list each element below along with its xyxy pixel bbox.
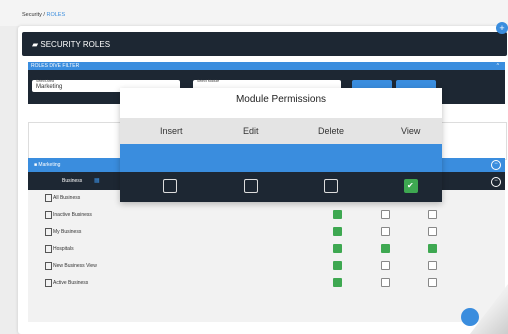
row-checkbox[interactable] [333,278,342,287]
insert-checkbox[interactable] [163,179,177,193]
row-checkbox[interactable] [333,261,342,270]
page-title: ▰ SECURITY ROLES [32,40,111,49]
row-checkbox[interactable] [428,227,437,236]
collapse-icon[interactable]: − [491,160,501,170]
delete-checkbox[interactable] [324,179,338,193]
row-checkbox[interactable] [333,227,342,236]
permission-columns: Insert Edit Delete View [120,118,442,144]
group-label: ■ Marketing [34,162,61,168]
row-checkbox[interactable] [333,244,342,253]
file-icon [45,262,52,270]
modal-band [120,144,442,172]
col-insert: Insert [160,126,183,136]
row-checkbox[interactable] [381,227,390,236]
top-bar [0,0,508,26]
file-icon [45,245,52,253]
permission-row [120,172,442,202]
chevron-up-icon[interactable]: ^ [497,62,499,70]
info-icon[interactable]: ▦ [94,177,100,184]
row-checkbox[interactable] [428,278,437,287]
col-edit: Edit [243,126,259,136]
breadcrumb-root[interactable]: Security [22,12,42,18]
filter-header[interactable]: ROLES DIVE FILTER ^ [28,62,505,70]
file-icon [45,228,52,236]
add-button[interactable]: + [496,22,508,34]
module-permissions-modal: Module Permissions Insert Edit Delete Vi… [120,88,442,202]
view-checkbox[interactable] [404,179,418,193]
row-checkbox[interactable] [381,210,390,219]
file-icon [45,211,52,219]
row-checkbox[interactable] [381,278,390,287]
breadcrumb: Security / ROLES [22,12,66,18]
page-header: ▰ SECURITY ROLES [22,32,507,56]
edit-checkbox[interactable] [244,179,258,193]
modal-title: Module Permissions [235,94,327,105]
row-checkbox[interactable] [381,261,390,270]
file-icon [45,194,52,202]
breadcrumb-current[interactable]: ROLES [46,12,65,18]
file-icon [45,279,52,287]
row-checkbox[interactable] [428,244,437,253]
row-checkbox[interactable] [333,210,342,219]
row-checkbox[interactable] [428,261,437,270]
col-delete: Delete [318,126,345,136]
row-checkbox[interactable] [428,210,437,219]
save-button[interactable] [461,308,479,326]
col-view: View [401,126,421,136]
row-checkbox[interactable] [381,244,390,253]
selected-label: Business [62,178,83,184]
collapse-icon[interactable]: − [491,177,501,187]
